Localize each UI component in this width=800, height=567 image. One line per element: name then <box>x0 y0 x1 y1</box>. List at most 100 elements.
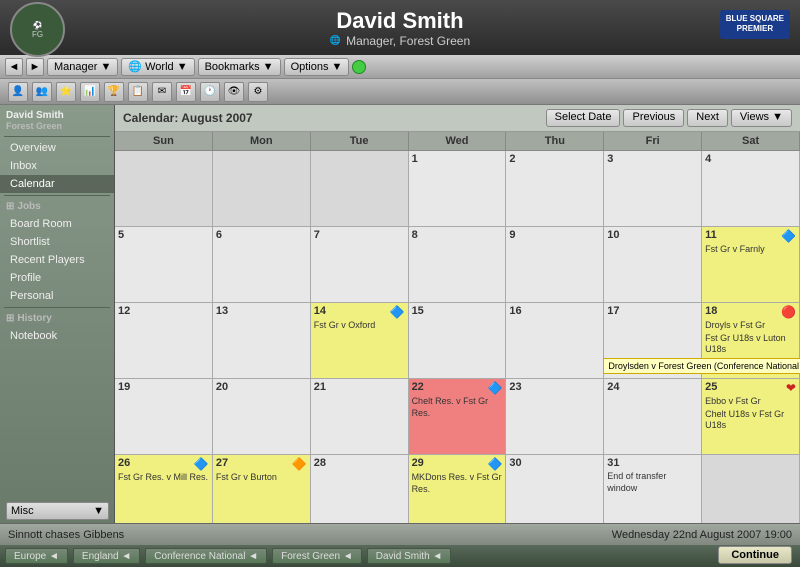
sidebar-item-notebook[interactable]: Notebook <box>0 327 114 345</box>
cell-aug-6[interactable]: 6 <box>213 227 311 302</box>
forward-button[interactable]: ► <box>26 58 44 76</box>
icon-note[interactable]: 📋 <box>128 82 148 102</box>
calendar-title: Calendar: August 2007 <box>123 111 253 125</box>
cell-aug-4[interactable]: 4 <box>702 151 800 226</box>
misc-dropdown[interactable]: Misc ▼ <box>6 502 109 520</box>
sidebar-item-shortlist[interactable]: Shortlist <box>0 233 114 251</box>
sidebar-item-boardroom[interactable]: Board Room <box>0 215 114 233</box>
prev-button[interactable]: Previous <box>623 109 684 127</box>
icon-eye[interactable]: 👁 <box>224 82 244 102</box>
misc-arrow: ▼ <box>93 505 104 517</box>
event-icon-22: 🔷 <box>487 381 502 395</box>
event-aug-31: End of transfer window <box>607 471 698 494</box>
cell-aug-9[interactable]: 9 <box>506 227 604 302</box>
cell-empty-3 <box>311 151 409 226</box>
icon-chart[interactable]: 📊 <box>80 82 100 102</box>
sidebar-profile: David Smith Forest Green <box>0 107 114 134</box>
cell-aug-21[interactable]: 21 <box>311 379 409 454</box>
select-date-button[interactable]: Select Date <box>546 109 621 127</box>
misc-label: Misc <box>11 505 34 517</box>
sidebar-item-inbox[interactable]: Inbox <box>0 157 114 175</box>
sidebar-item-personal[interactable]: Personal <box>0 287 114 305</box>
event-aug-26: Fst Gr Res. v Mill Res. <box>118 472 209 484</box>
cell-aug-27[interactable]: 27 🔶 Fst Gr v Burton <box>213 455 311 523</box>
cell-aug-1[interactable]: 1 <box>409 151 507 226</box>
cell-aug-26[interactable]: 26 🔷 Fst Gr Res. v Mill Res. <box>115 455 213 523</box>
cell-aug-18[interactable]: 18 🔴 Droyls v Fst Gr Fst Gr U18s v Luton… <box>702 303 800 378</box>
sidebar-section-jobs: ⊞ Jobs <box>0 198 114 215</box>
world-menu[interactable]: 🌐 World ▼ <box>121 58 194 76</box>
next-button[interactable]: Next <box>687 109 728 127</box>
cell-aug-29[interactable]: 29 🔷 MKDons Res. v Fst Gr Res. <box>409 455 507 523</box>
club-logo: ⚽FG <box>10 2 65 57</box>
event-aug-18b: Fst Gr U18s v Luton U18s <box>705 333 796 356</box>
event-aug-14: Fst Gr v Oxford <box>314 320 405 332</box>
icon-calendar[interactable]: 📅 <box>176 82 196 102</box>
taskbar-europe[interactable]: Europe ◄ <box>5 548 68 564</box>
calendar-grid: Sun Mon Tue Wed Thu Fri Sat 1 2 3 4 <box>115 132 800 523</box>
cell-aug-15[interactable]: 15 <box>409 303 507 378</box>
header-sat: Sat <box>702 132 800 150</box>
cell-aug-12[interactable]: 12 <box>115 303 213 378</box>
manager-menu[interactable]: Manager ▼ <box>47 58 118 76</box>
taskbar: Europe ◄ England ◄ Conference National ◄… <box>0 545 800 567</box>
calendar-header: Calendar: August 2007 Select Date Previo… <box>115 105 800 132</box>
icon-trophy[interactable]: 🏆 <box>104 82 124 102</box>
cell-aug-3[interactable]: 3 <box>604 151 702 226</box>
sidebar-divider-3 <box>4 307 110 308</box>
cell-aug-14[interactable]: 14 🔷 Fst Gr v Oxford <box>311 303 409 378</box>
sidebar-item-overview[interactable]: Overview <box>0 139 114 157</box>
event-aug-25b: Chelt U18s v Fst Gr U18s <box>705 409 796 432</box>
cell-aug-30[interactable]: 30 <box>506 455 604 523</box>
cell-aug-22[interactable]: 22 🔷 Chelt Res. v Fst Gr Res. <box>409 379 507 454</box>
sidebar: David Smith Forest Green Overview Inbox … <box>0 105 115 523</box>
top-header: ⚽FG David Smith 🌐 Manager, Forest Green … <box>0 0 800 55</box>
week-1: 1 2 3 4 <box>115 151 800 227</box>
cell-aug-10[interactable]: 10 <box>604 227 702 302</box>
sidebar-item-calendar[interactable]: Calendar <box>0 175 114 193</box>
sidebar-manager-name: David Smith <box>6 110 108 121</box>
week-3: 12 13 14 🔷 Fst Gr v Oxford 15 16 17 <box>115 303 800 379</box>
nav-bar: ◄ ► Manager ▼ 🌐 World ▼ Bookmarks ▼ Opti… <box>0 55 800 79</box>
continue-button[interactable]: Continue <box>718 546 792 564</box>
taskbar-david-smith[interactable]: David Smith ◄ <box>367 548 452 564</box>
cell-aug-23[interactable]: 23 <box>506 379 604 454</box>
sidebar-item-profile[interactable]: Profile <box>0 269 114 287</box>
icon-settings[interactable]: ⚙ <box>248 82 268 102</box>
header-wed: Wed <box>409 132 507 150</box>
icon-mail[interactable]: ✉ <box>152 82 172 102</box>
cell-aug-11[interactable]: 11 🔷 Fst Gr v Farnly <box>702 227 800 302</box>
cell-aug-19[interactable]: 19 <box>115 379 213 454</box>
cell-aug-24[interactable]: 24 <box>604 379 702 454</box>
icon-person[interactable]: 👤 <box>8 82 28 102</box>
sidebar-item-recent-players[interactable]: Recent Players <box>0 251 114 269</box>
cell-aug-5[interactable]: 5 <box>115 227 213 302</box>
cell-aug-20[interactable]: 20 <box>213 379 311 454</box>
back-button[interactable]: ◄ <box>5 58 23 76</box>
event-icon-27: 🔶 <box>292 457 307 471</box>
taskbar-england[interactable]: England ◄ <box>73 548 140 564</box>
player-name: David Smith <box>330 8 470 34</box>
cell-aug-13[interactable]: 13 <box>213 303 311 378</box>
cell-aug-25[interactable]: 25 ❤ Ebbo v Fst Gr Chelt U18s v Fst Gr U… <box>702 379 800 454</box>
cell-aug-16[interactable]: 16 <box>506 303 604 378</box>
cell-aug-2[interactable]: 2 <box>506 151 604 226</box>
content-area: Calendar: August 2007 Select Date Previo… <box>115 105 800 523</box>
sidebar-section-history: ⊞ History <box>0 310 114 327</box>
cell-aug-8[interactable]: 8 <box>409 227 507 302</box>
taskbar-forest-green[interactable]: Forest Green ◄ <box>272 548 362 564</box>
cell-aug-31[interactable]: 31 End of transfer window <box>604 455 702 523</box>
header-mon: Mon <box>213 132 311 150</box>
week-2: 5 6 7 8 9 10 11 🔷 Fst Gr v Farnly <box>115 227 800 303</box>
cell-aug-7[interactable]: 7 <box>311 227 409 302</box>
icon-star[interactable]: ⭐ <box>56 82 76 102</box>
taskbar-conference[interactable]: Conference National ◄ <box>145 548 267 564</box>
calendar-body: 1 2 3 4 5 6 7 8 9 10 11 🔷 <box>115 151 800 523</box>
icon-person2[interactable]: 👥 <box>32 82 52 102</box>
cell-aug-28[interactable]: 28 <box>311 455 409 523</box>
views-button[interactable]: Views ▼ <box>731 109 792 127</box>
flag-icon: 🌐 <box>330 35 341 46</box>
options-menu[interactable]: Options ▼ <box>284 58 350 76</box>
bookmarks-menu[interactable]: Bookmarks ▼ <box>198 58 281 76</box>
icon-clock[interactable]: 🕐 <box>200 82 220 102</box>
